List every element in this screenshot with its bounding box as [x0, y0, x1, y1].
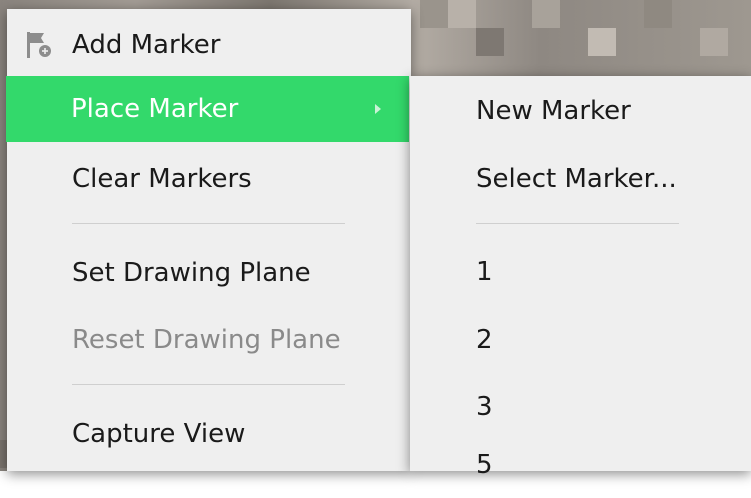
chevron-right-icon [375, 104, 381, 114]
submenu-item-select-marker[interactable]: Select Marker... [410, 146, 751, 212]
menu-item-label: Place Marker [71, 94, 239, 124]
menu-item-label: Reset Drawing Plane [72, 325, 341, 355]
menu-item-set-drawing-plane[interactable]: Set Drawing Plane [7, 240, 411, 306]
menu-separator [72, 223, 345, 224]
menu-item-capture-view[interactable]: Capture View [7, 401, 411, 467]
background-tile [588, 28, 616, 56]
submenu-item-label: 3 [476, 392, 493, 422]
menu-item-clear-markers[interactable]: Clear Markers [7, 146, 411, 212]
submenu-item-label: Select Marker... [476, 164, 677, 194]
menu-item-label: Add Marker [72, 30, 221, 60]
background-tile [448, 0, 476, 28]
submenu-item-marker-2[interactable]: 2 [410, 307, 751, 373]
flag-add-icon [27, 32, 51, 58]
menu-item-reset-drawing-plane: Reset Drawing Plane [7, 307, 411, 373]
context-menu: Add Marker Place Marker Clear Markers Se… [6, 9, 411, 471]
submenu-item-label: 1 [476, 257, 493, 287]
menu-item-add-marker[interactable]: Add Marker [7, 12, 411, 78]
background-tile [644, 0, 672, 28]
background-tile [532, 0, 560, 28]
background-tile [476, 28, 504, 56]
menu-item-label: Capture View [72, 419, 246, 449]
background-tile [420, 0, 448, 28]
submenu-item-label: 5 [476, 450, 493, 480]
menu-item-label: Set Drawing Plane [72, 258, 311, 288]
menu-separator [72, 384, 345, 385]
submenu-item-label: New Marker [476, 96, 631, 126]
submenu-separator [476, 223, 679, 224]
submenu-item-label: 2 [476, 325, 493, 355]
submenu-item-marker-3[interactable]: 3 [410, 374, 751, 440]
submenu-item-marker-1[interactable]: 1 [410, 239, 751, 305]
submenu-item-marker-5[interactable]: 5 [410, 432, 751, 498]
menu-item-place-marker[interactable]: Place Marker [6, 76, 409, 142]
place-marker-submenu: New Marker Select Marker... 1 2 3 5 [410, 76, 751, 480]
background-tile [700, 28, 728, 56]
menu-item-label: Clear Markers [72, 164, 252, 194]
submenu-item-new-marker[interactable]: New Marker [410, 78, 751, 144]
